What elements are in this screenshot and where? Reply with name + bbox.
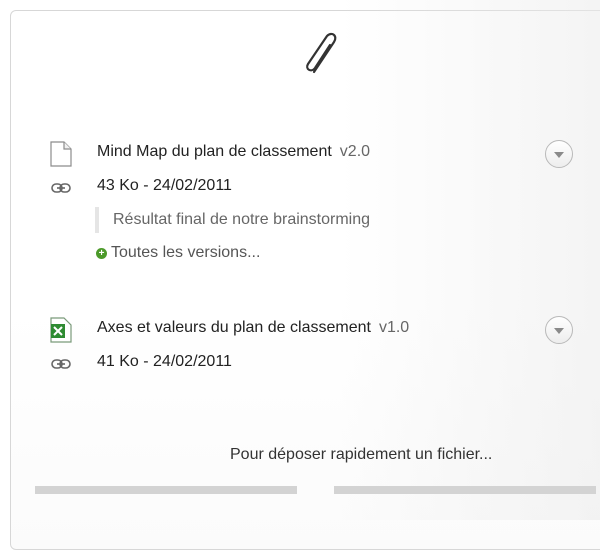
plus-icon: + bbox=[96, 248, 107, 259]
file-comment-1: Résultat final de notre brainstorming bbox=[95, 207, 370, 233]
file-title-1-text[interactable]: Mind Map du plan de classement bbox=[97, 143, 332, 160]
all-versions-link[interactable]: + Toutes les versions... bbox=[96, 244, 260, 262]
upload-drop-zone-left[interactable] bbox=[35, 486, 297, 494]
file-version-1: v2.0 bbox=[339, 143, 371, 160]
chevron-down-icon bbox=[554, 152, 564, 158]
link-icon[interactable] bbox=[51, 358, 71, 370]
file-title-1[interactable]: Mind Map du plan de classement v2.0 bbox=[97, 143, 370, 161]
excel-file-icon bbox=[50, 317, 72, 343]
file-2-menu-button[interactable] bbox=[545, 316, 573, 344]
file-version-2: v1.0 bbox=[378, 319, 410, 336]
upload-drop-zone-right[interactable] bbox=[334, 486, 596, 494]
file-meta-1: 43 Ko - 24/02/2011 bbox=[97, 177, 232, 194]
chevron-down-icon bbox=[554, 328, 564, 334]
link-icon[interactable] bbox=[51, 182, 71, 194]
attachments-panel bbox=[10, 10, 600, 550]
file-1-menu-button[interactable] bbox=[545, 140, 573, 168]
upload-hint: Pour déposer rapidement un fichier... bbox=[230, 446, 493, 463]
file-title-2[interactable]: Axes et valeurs du plan de classement v1.… bbox=[97, 319, 409, 337]
paperclip-icon bbox=[306, 32, 337, 74]
all-versions-label[interactable]: Toutes les versions... bbox=[111, 244, 260, 261]
file-meta-2: 41 Ko - 24/02/2011 bbox=[97, 353, 232, 370]
file-title-2-text[interactable]: Axes et valeurs du plan de classement bbox=[97, 319, 371, 336]
document-icon bbox=[50, 141, 72, 167]
